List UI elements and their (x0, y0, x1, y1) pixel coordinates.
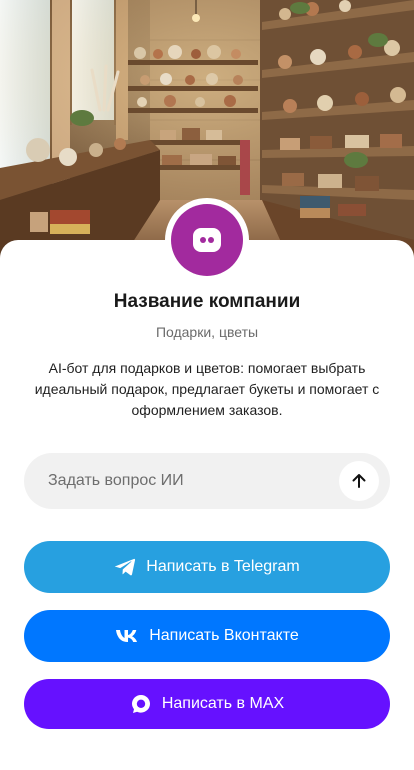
write-telegram-label: Написать в Telegram (146, 558, 300, 575)
company-description: AI-бот для подарков и цветов: помогает в… (34, 360, 380, 418)
ask-ai-input[interactable] (24, 453, 324, 509)
send-button[interactable] (339, 461, 379, 501)
write-vk-button[interactable]: Написать Вконтакте (24, 610, 390, 662)
write-max-label: Написать в MAX (161, 695, 285, 712)
write-vk-label: Написать Вконтакте (149, 627, 299, 644)
ask-ai-box (24, 453, 390, 509)
chat-bubble-icon (171, 204, 243, 276)
write-telegram-button[interactable]: Написать в Telegram (24, 541, 390, 593)
company-name: Название компании (113, 291, 301, 312)
max-icon (130, 693, 152, 715)
arrow-up-icon (350, 472, 368, 490)
telegram-icon (114, 557, 136, 577)
page: Название компании Подарки, цветы AI-бот … (0, 0, 414, 770)
company-category: Подарки, цветы (155, 324, 259, 340)
avatar (165, 198, 249, 282)
write-max-button[interactable]: Написать в MAX (24, 679, 390, 729)
vk-icon (115, 628, 139, 644)
